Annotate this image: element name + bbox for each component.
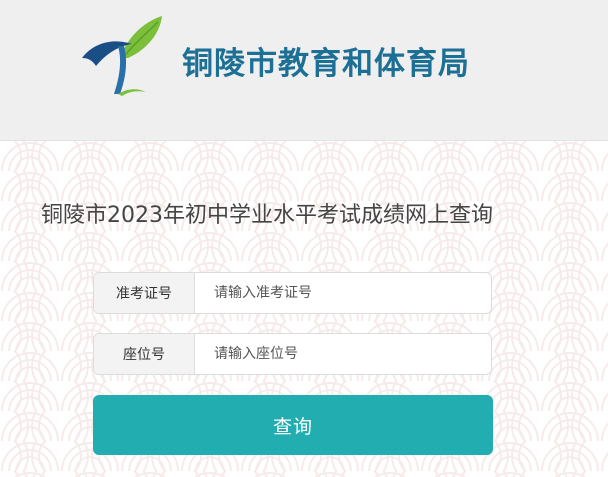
leaf-t-logo-icon [82, 16, 162, 96]
query-button[interactable]: 查询 [93, 395, 493, 455]
seat-number-input[interactable] [195, 334, 491, 374]
page-title: 铜陵市2023年初中学业水平考试成绩网上查询 [41, 203, 493, 228]
exam-number-input[interactable] [195, 273, 491, 313]
exam-number-field-group: 准考证号 [93, 272, 492, 314]
site-header: 铜陵市教育和体育局 [0, 0, 608, 141]
organization-name: 铜陵市教育和体育局 [182, 46, 470, 82]
seat-number-label: 座位号 [94, 334, 195, 374]
seat-number-field-group: 座位号 [93, 333, 492, 375]
query-panel: 铜陵市2023年初中学业水平考试成绩网上查询 准考证号 座位号 查询 [0, 141, 608, 477]
exam-number-label: 准考证号 [94, 273, 195, 313]
